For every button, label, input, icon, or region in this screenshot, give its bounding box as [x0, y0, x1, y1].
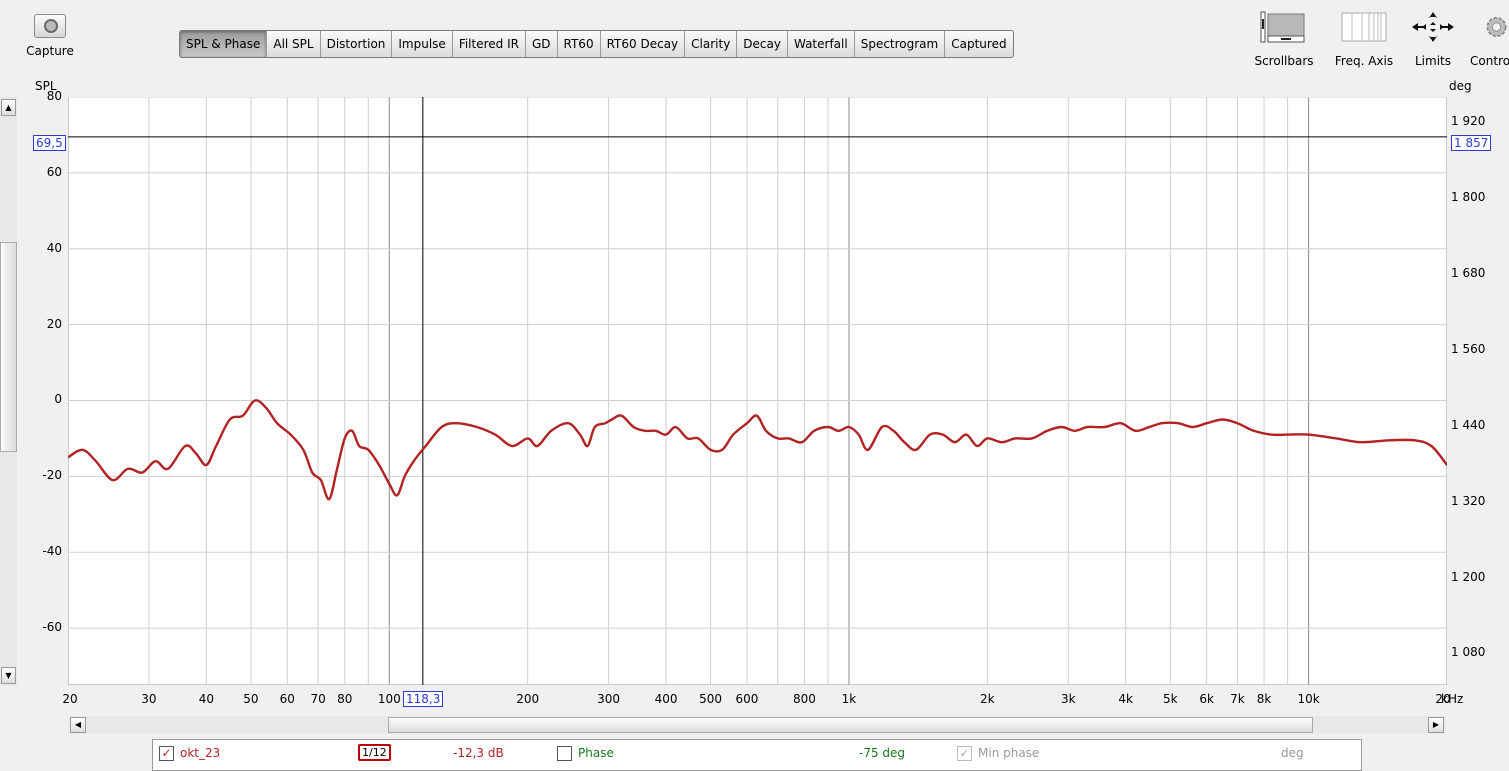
x-tick-label: 70 [310, 692, 326, 706]
x-tick-label: 8k [1256, 692, 1272, 706]
capture-button[interactable]: Capture [18, 12, 82, 68]
tab-rt60-decay[interactable]: RT60 Decay [601, 31, 686, 57]
min-phase-row: ✓ Min phase [957, 746, 1039, 761]
vertical-scroll-thumb[interactable] [0, 242, 17, 452]
cursor-y-readout-right: 1 857 [1451, 135, 1492, 151]
y-tick-label: 20 [46, 316, 62, 331]
y-right-tick-label: 1 920 [1451, 114, 1486, 129]
smoothing-value: 1/12 [358, 744, 391, 761]
x-tick-label: 20 [62, 692, 78, 706]
controls-label: Controls [1470, 54, 1509, 68]
x-tick-label: 7k [1230, 692, 1245, 706]
tab-waterfall[interactable]: Waterfall [788, 31, 855, 57]
y-tick-label: 80 [46, 89, 62, 103]
scroll-down-arrow-icon[interactable]: ▼ [1, 667, 16, 684]
tab-decay[interactable]: Decay [737, 31, 788, 57]
trace-row: ✓ okt_23 [159, 746, 220, 761]
y-right-tick-label: 1 800 [1451, 190, 1486, 205]
tab-filtered-ir[interactable]: Filtered IR [453, 31, 526, 57]
vertical-scrollbar[interactable]: ▲ ▼ [0, 97, 17, 686]
gear-icon [1464, 10, 1509, 44]
y-tick-label: -60 [42, 620, 62, 635]
x-tick-label: 600 [735, 692, 759, 706]
controls-button[interactable]: Controls [1464, 10, 1509, 68]
limits-button[interactable]: Limits [1408, 10, 1458, 68]
scroll-right-arrow-icon[interactable]: ▶ [1428, 717, 1444, 733]
trace-legend-panel: ✓ okt_23 1/12 -12,3 dB Phase -75 deg ✓ Min… [152, 739, 1362, 771]
freq-axis-button[interactable]: Freq. Axis [1328, 10, 1400, 68]
tab-rt60[interactable]: RT60 [558, 31, 601, 57]
y-right-tick-label: 1 200 [1451, 569, 1486, 584]
tab-distortion[interactable]: Distortion [321, 31, 393, 57]
x-tick-label: 80 [337, 692, 353, 706]
tab-clarity[interactable]: Clarity [685, 31, 738, 57]
graph-tab-bar: SPL & Phase All SPL Distortion Impulse F… [179, 30, 1014, 58]
y-tick-label: 40 [46, 240, 62, 255]
scroll-up-arrow-icon[interactable]: ▲ [1, 99, 16, 116]
min-phase-checkbox[interactable]: ✓ [957, 746, 972, 761]
x-tick-label: 40 [198, 692, 214, 706]
horizontal-scroll-thumb[interactable] [388, 717, 1313, 733]
tab-gd[interactable]: GD [526, 31, 558, 57]
phase-row: Phase [557, 746, 614, 761]
x-tick-label: 100 [377, 692, 401, 706]
y-tick-label: 60 [46, 164, 62, 179]
y-right-tick-label: 1 320 [1451, 493, 1486, 508]
y-right-tick-label: 1 440 [1451, 417, 1486, 432]
x-tick-label: 300 [597, 692, 621, 706]
limits-label: Limits [1415, 54, 1451, 68]
capture-label: Capture [26, 44, 74, 58]
tab-spl-phase[interactable]: SPL & Phase [180, 31, 268, 57]
x-tick-label: 6k [1199, 692, 1214, 706]
tab-impulse[interactable]: Impulse [392, 31, 453, 57]
y-tick-label: -20 [42, 468, 62, 483]
freq-axis-icon [1328, 10, 1400, 44]
right-axis-title: deg [1449, 79, 1472, 93]
x-tick-label: 1k [841, 692, 857, 706]
move-arrows-icon [1408, 10, 1458, 44]
scroll-left-arrow-icon[interactable]: ◀ [70, 717, 86, 733]
x-tick-label: 60 [279, 692, 295, 706]
x-tick-label: 500 [699, 692, 723, 706]
x-tick-label: 10k [1297, 692, 1320, 706]
y-right-tick-label: 1 080 [1451, 645, 1486, 660]
scrollbars-button[interactable]: Scrollbars [1250, 10, 1318, 68]
x-axis-unit: kHz [1441, 692, 1464, 706]
camera-icon [34, 14, 66, 38]
x-tick-label: 2k [980, 692, 995, 706]
y-right-tick-label: 1 680 [1451, 266, 1486, 281]
cursor-y-readout-left: 69,5 [33, 135, 66, 151]
x-tick-label: 50 [243, 692, 259, 706]
cursor-x-readout: 118,3 [403, 691, 444, 707]
trace-visible-checkbox[interactable]: ✓ [159, 746, 174, 761]
plot-area [68, 97, 1447, 685]
spl-phase-graph[interactable] [68, 97, 1447, 685]
x-tick-label: 400 [654, 692, 678, 706]
tab-captured[interactable]: Captured [945, 31, 1012, 57]
scrollbars-label: Scrollbars [1254, 54, 1314, 68]
horizontal-scrollbar[interactable]: ◀ ▶ [68, 716, 1446, 734]
tab-spectrogram[interactable]: Spectrogram [855, 31, 946, 57]
x-tick-label: 5k [1162, 692, 1178, 706]
tab-all-spl[interactable]: All SPL [267, 31, 321, 57]
smoothing-indicator[interactable]: 1/12 [358, 744, 391, 761]
y-tick-label: -40 [42, 544, 62, 559]
y-tick-label: 0 [54, 392, 62, 407]
scrollbars-icon [1250, 10, 1318, 44]
y-right-tick-label: 1 560 [1451, 341, 1486, 356]
x-tick-label: 4k [1118, 692, 1133, 706]
x-tick-label: 3k [1060, 692, 1076, 706]
x-tick-label: 800 [792, 692, 816, 706]
x-tick-label: 30 [141, 692, 157, 706]
phase-checkbox[interactable] [557, 746, 572, 761]
x-tick-label: 200 [516, 692, 540, 706]
freq-axis-label: Freq. Axis [1334, 54, 1394, 68]
